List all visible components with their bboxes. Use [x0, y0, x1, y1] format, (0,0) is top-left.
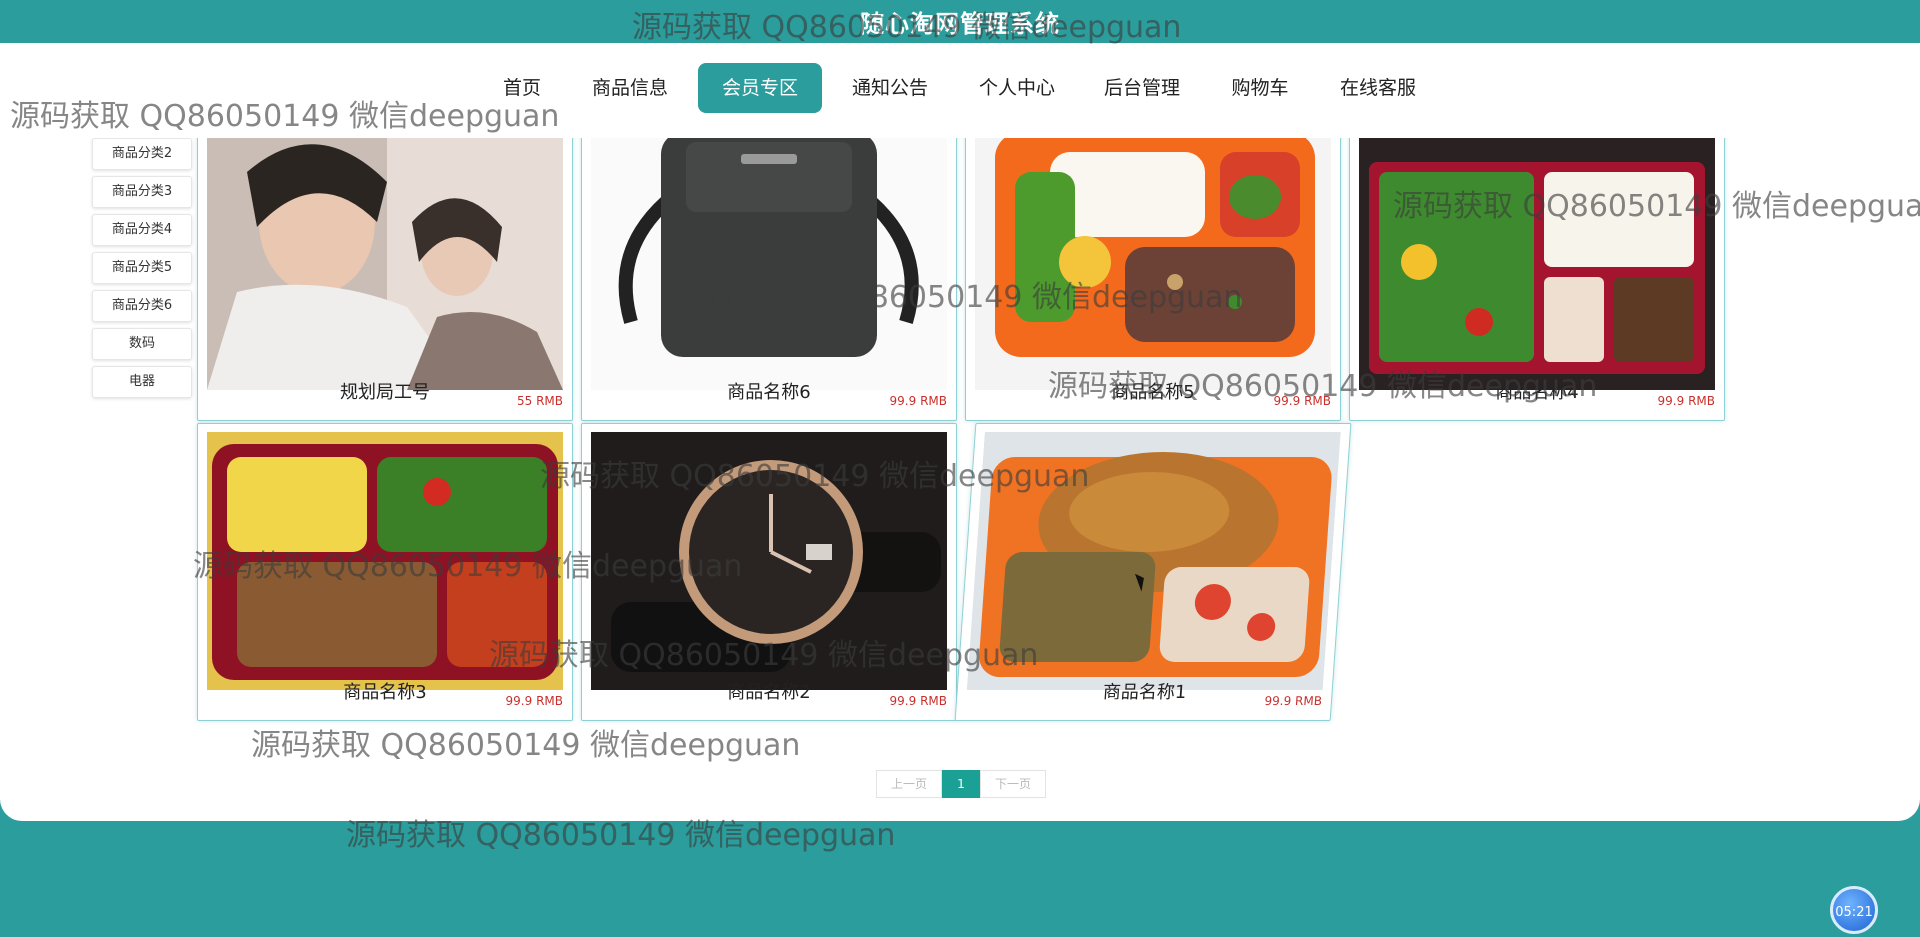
product-card[interactable]: 99.9 RMB 商品名称5: [965, 123, 1341, 421]
nav-notices[interactable]: 通知公告: [848, 63, 932, 113]
product-name[interactable]: 商品名称5: [966, 378, 1340, 404]
category-item[interactable]: 商品分类6: [92, 290, 192, 322]
category-item[interactable]: 数码: [92, 328, 192, 360]
product-image[interactable]: [207, 432, 563, 690]
main-page: 首页 商品信息 会员专区 通知公告 个人中心 后台管理 购物车 在线客服 商品分…: [0, 43, 1920, 821]
nav-member-zone[interactable]: 会员专区: [698, 63, 822, 113]
product-name[interactable]: 商品名称2: [582, 678, 956, 704]
nav-cart[interactable]: 购物车: [1228, 63, 1292, 113]
product-image[interactable]: [207, 132, 563, 390]
category-item[interactable]: 商品分类5: [92, 252, 192, 284]
header-bar: 随心淘网管理系统: [0, 0, 1920, 43]
product-image[interactable]: [975, 132, 1331, 390]
product-name[interactable]: 商品名称1: [957, 678, 1333, 704]
product-card[interactable]: 55 RMB 规划局工号: [197, 123, 573, 421]
nav-profile[interactable]: 个人中心: [975, 63, 1059, 113]
site-title: 随心淘网管理系统: [860, 10, 1060, 38]
product-name[interactable]: 规划局工号: [198, 378, 572, 404]
category-item[interactable]: 电器: [92, 366, 192, 398]
product-image[interactable]: [1359, 132, 1715, 390]
next-page-button[interactable]: 下一页: [980, 770, 1046, 798]
nav-online-service[interactable]: 在线客服: [1336, 63, 1420, 113]
product-image[interactable]: [966, 432, 1341, 690]
product-card[interactable]: 99.9 RMB 商品名称6: [581, 123, 957, 421]
page-number-button[interactable]: 1: [942, 770, 980, 798]
product-image[interactable]: [591, 432, 947, 690]
product-card[interactable]: 99.9 RMB 商品名称2: [581, 423, 957, 721]
category-item[interactable]: 商品分类2: [92, 138, 192, 170]
category-item[interactable]: 商品分类4: [92, 214, 192, 246]
nav-products[interactable]: 商品信息: [588, 63, 672, 113]
nav-home[interactable]: 首页: [497, 63, 547, 113]
product-card[interactable]: 99.9 RMB 商品名称3: [197, 423, 573, 721]
prev-page-button[interactable]: 上一页: [876, 770, 942, 798]
product-name[interactable]: 商品名称6: [582, 378, 956, 404]
product-image[interactable]: [591, 132, 947, 390]
pagination: 上一页 1 下一页: [876, 770, 1046, 798]
main-nav: 首页 商品信息 会员专区 通知公告 个人中心 后台管理 购物车 在线客服: [0, 43, 1920, 138]
category-list: 商品分类2 商品分类3 商品分类4 商品分类5 商品分类6 数码 电器: [92, 138, 192, 404]
product-name[interactable]: 商品名称4: [1350, 378, 1724, 404]
nav-admin[interactable]: 后台管理: [1100, 63, 1184, 113]
category-item[interactable]: 商品分类3: [92, 176, 192, 208]
product-name[interactable]: 商品名称3: [198, 678, 572, 704]
clock-badge[interactable]: 05:21: [1830, 886, 1878, 934]
product-card[interactable]: 99.9 RMB 商品名称1: [954, 423, 1352, 721]
product-card[interactable]: 99.9 RMB 商品名称4: [1349, 123, 1725, 421]
